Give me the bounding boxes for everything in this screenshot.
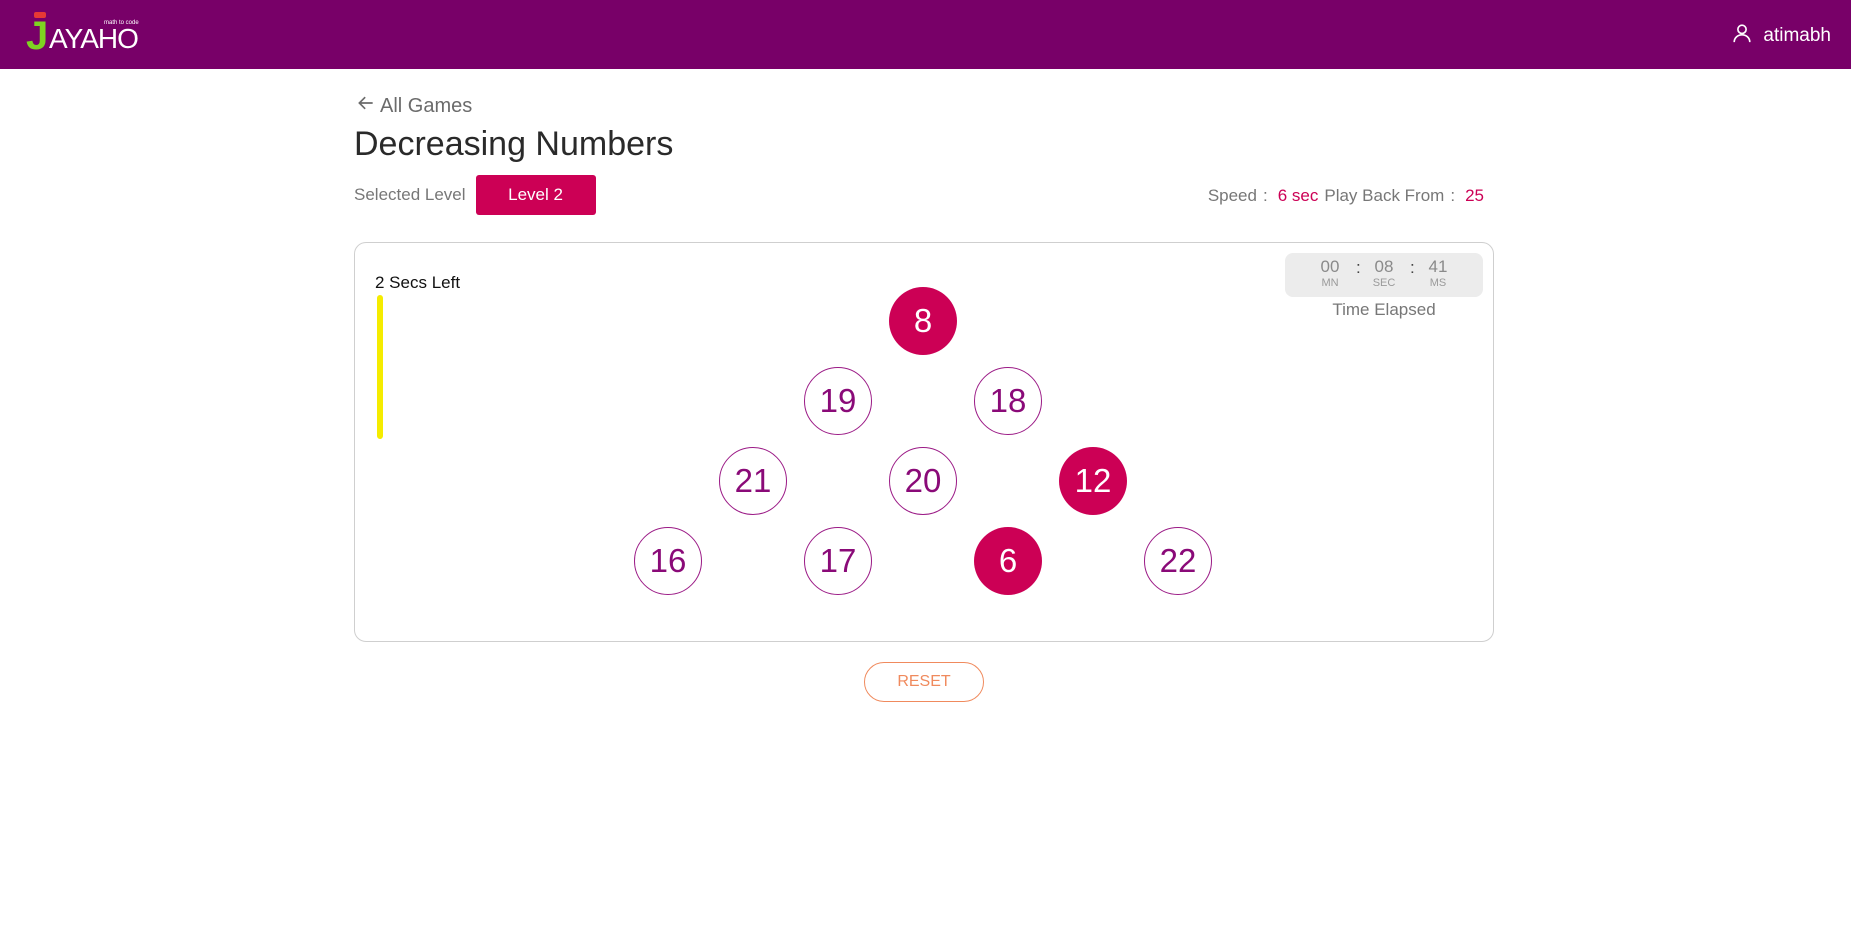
secs-left-label: 2 Secs Left [375,273,461,292]
reset-button[interactable]: RESET [864,662,984,702]
top-bar: J AYAHO math to code atimabh [0,0,1851,69]
level-selector: Selected Level Level 2 [354,175,596,215]
number-ball[interactable]: 18 [974,367,1042,435]
timer-seconds-value: 08 [1374,257,1394,276]
logo-tagline: math to code [104,20,139,26]
arrow-left-icon [356,93,376,119]
timer-ms-unit: MS [1429,277,1447,289]
page-title: Decreasing Numbers [354,125,674,163]
timer-seconds: 08 SEC [1364,258,1404,290]
number-ball[interactable]: 22 [1144,527,1212,595]
ball-number: 20 [904,462,942,499]
speed-info: Speed : 6 sec Play Back From : 25 [1208,186,1484,206]
number-ball[interactable]: 17 [804,527,872,595]
ball-number: 16 [649,542,687,579]
speed-label: Speed [1207,186,1257,205]
number-ball[interactable]: 12 [1059,447,1127,515]
number-ball[interactable]: 20 [889,447,957,515]
number-ball[interactable]: 21 [719,447,787,515]
level-label: Selected Level [354,185,466,204]
ball-number: 12 [1074,462,1112,499]
ball-number: 6 [998,542,1018,579]
username: atimabh [1763,25,1831,46]
ball-number: 18 [989,382,1027,419]
timer-minutes-unit: MN [1321,277,1339,289]
number-ball[interactable]: 19 [804,367,872,435]
back-label: All Games [380,94,473,117]
speed-colon: : [1262,186,1268,205]
ball-number: 17 [819,542,857,579]
game-board: 2 Secs Left 00 MN : 08 SEC : 41 MS Time … [354,242,1494,642]
timer-colon: : [1356,258,1361,277]
playback-colon: : [1450,186,1456,205]
timer-ms: 41 MS [1418,258,1458,290]
number-ball[interactable]: 6 [974,527,1042,595]
jayaho-logo[interactable]: J AYAHO math to code [26,10,146,58]
playback-value: 25 [1465,186,1484,205]
logo-word: AYAHO [49,23,139,54]
speed-value: 6 sec [1277,186,1319,205]
user-icon [1731,22,1753,50]
ball-number: 8 [913,302,933,339]
timer-colon: : [1410,258,1415,277]
timer-minutes-value: 00 [1320,257,1340,276]
elapsed-timer: 00 MN : 08 SEC : 41 MS [1285,253,1483,297]
user-menu[interactable]: atimabh [1731,22,1831,50]
logo-j-letter: J [26,14,49,58]
ball-number: 21 [734,462,772,499]
level-button[interactable]: Level 2 [475,175,596,215]
ball-number: 22 [1159,542,1197,579]
timer-minutes: 00 MN [1310,258,1350,290]
time-elapsed-label: Time Elapsed [1332,300,1436,319]
ball-number: 19 [819,382,857,419]
timer-seconds-unit: SEC [1372,277,1396,289]
back-to-all-games-link[interactable]: All Games [356,93,472,119]
timer-ms-value: 41 [1428,257,1448,276]
number-ball[interactable]: 8 [889,287,957,355]
playback-label: Play Back From [1324,186,1445,205]
countdown-bar [377,295,383,439]
number-ball[interactable]: 16 [634,527,702,595]
